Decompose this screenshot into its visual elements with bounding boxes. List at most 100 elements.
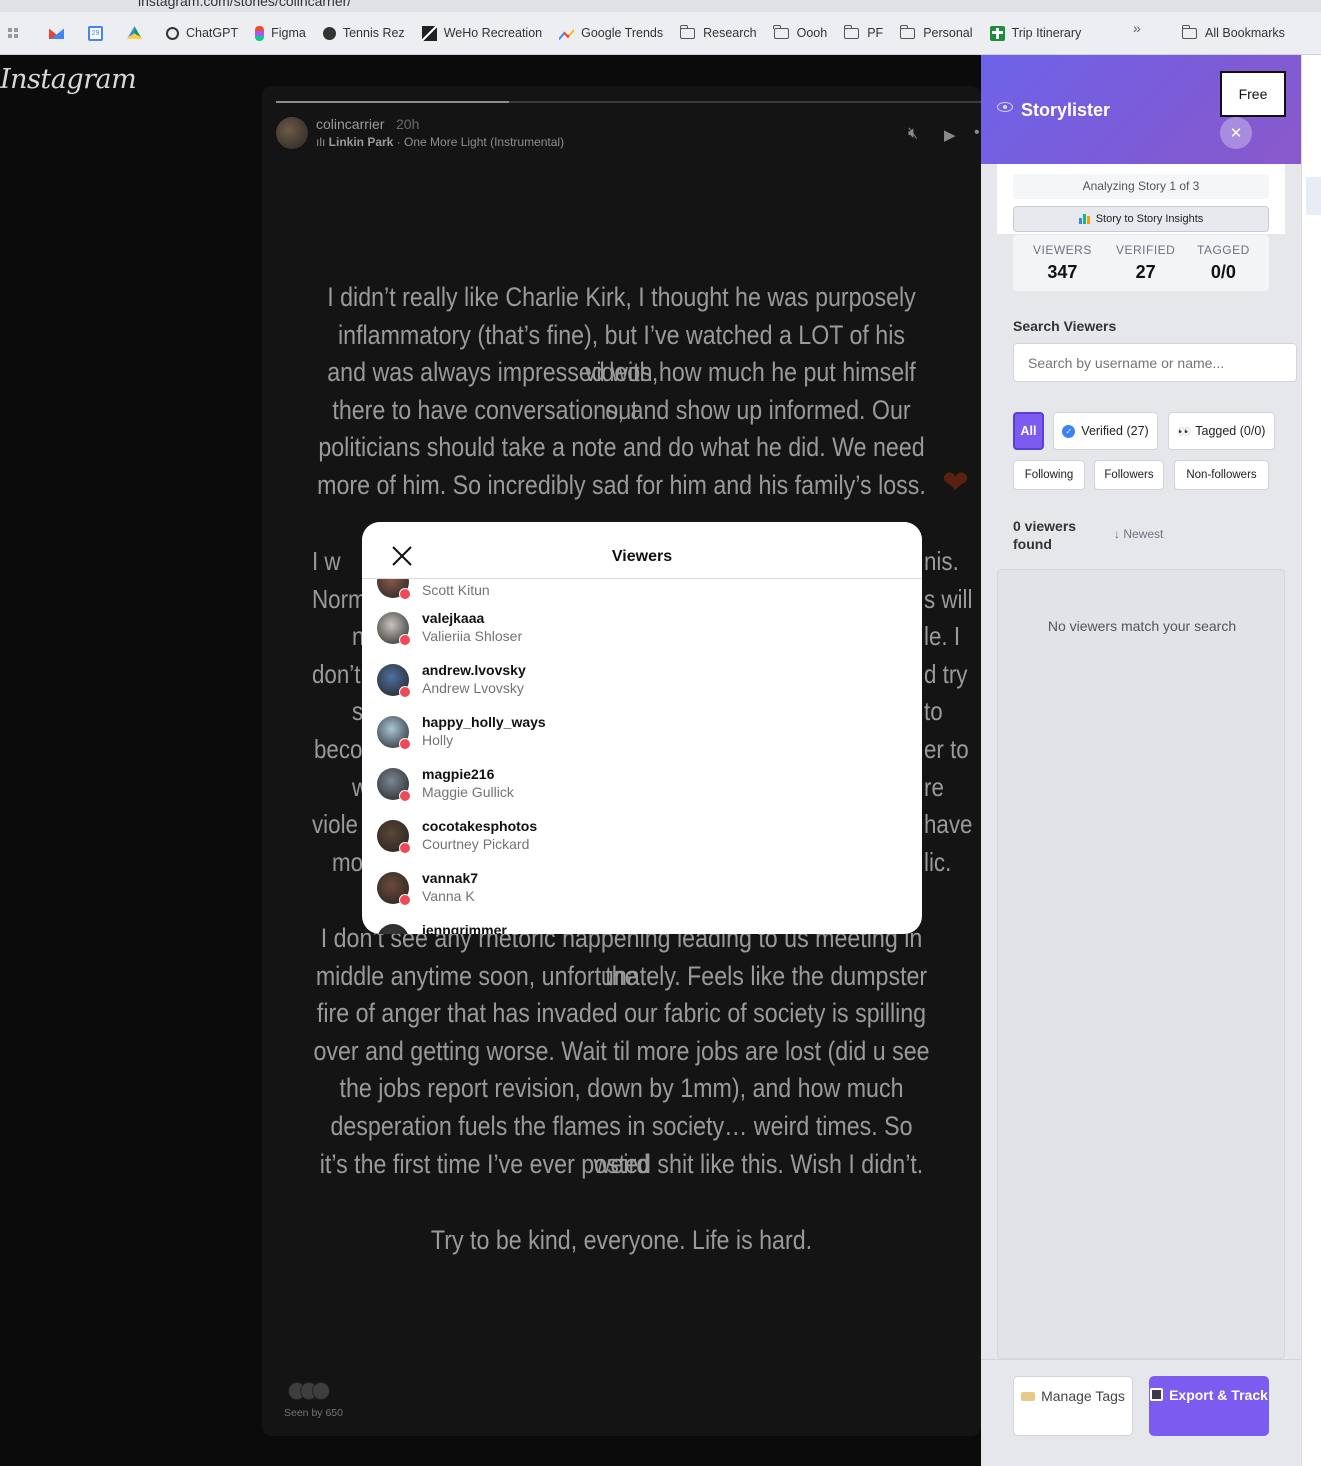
bookmark-research[interactable]: Research [679, 24, 757, 40]
page-edge [1301, 55, 1321, 1466]
analyzing-status: Analyzing Story 1 of 3 [1013, 174, 1269, 199]
bookmark-gmail[interactable] [49, 26, 71, 41]
storylister-panel: Storylister Free ✕ Analyzing Story 1 of … [981, 55, 1301, 1466]
story-username[interactable]: colincarrier [316, 116, 384, 132]
mute-icon[interactable]: 🔇︎ [908, 125, 918, 143]
story-line: there to have conversations, and show up… [332, 394, 911, 425]
viewer-fullname: Maggie Gullick [422, 784, 514, 800]
apps-icon[interactable] [8, 28, 25, 38]
viewer-username[interactable]: cocotakesphotos [422, 818, 537, 834]
folder-icon [1181, 24, 1197, 39]
story-line: fire of anger that has invaded our fabri… [316, 998, 927, 1029]
like-heart-icon [399, 686, 411, 698]
empty-state: No viewers match your search [1047, 618, 1237, 634]
results-list[interactable]: No viewers match your search [997, 569, 1285, 1359]
story-line-fragment: d try [924, 658, 968, 689]
viewer-row[interactable]: cocotakesphotos Courtney Pickard [376, 818, 906, 870]
search-input[interactable] [1013, 343, 1297, 382]
play-icon[interactable]: ▶ [944, 126, 956, 144]
manage-tags-button[interactable]: Manage Tags [1013, 1376, 1133, 1436]
export-track-button[interactable]: Export & Track [1149, 1376, 1269, 1436]
bookmark-chatgpt[interactable]: ChatGPT [166, 26, 238, 40]
all-bookmarks[interactable]: All Bookmarks [1181, 24, 1285, 40]
story-line-fragment: beco [314, 734, 363, 764]
viewer-row[interactable]: happy_holly_ways Holly [376, 714, 906, 766]
story-line: more of him. So incredibly sad for him a… [317, 470, 926, 500]
like-heart-icon [399, 588, 411, 600]
search-label: Search Viewers [1013, 318, 1117, 334]
filter-followers[interactable]: Followers [1094, 460, 1164, 490]
viewer-row[interactable]: andrew.lvovsky Andrew Lvovsky [376, 662, 906, 714]
modal-title: Viewers [611, 548, 673, 565]
viewer-row[interactable]: vannak7 Vanna K [376, 870, 906, 922]
filter-non-followers[interactable]: Non-followers [1174, 460, 1269, 490]
bar-chart-icon [1078, 214, 1091, 224]
filter-verified[interactable]: ✓ Verified (27) [1053, 412, 1158, 450]
viewer-row[interactable]: magpie216 Maggie Gullick [376, 766, 906, 818]
story-line-fragment: viole [312, 809, 358, 840]
insights-button[interactable]: Story to Story Insights [1013, 206, 1269, 232]
viewer-username[interactable]: andrew.lvovsky [422, 662, 526, 678]
url-bar[interactable]: instagram.com/stories/colincarrier/ [0, 0, 1321, 12]
viewer-list[interactable]: Scott Kitun valejkaaa Valieriia Shloser and… [362, 522, 922, 934]
bookmark-drive[interactable] [127, 26, 149, 41]
story-line-fragment: Norm [312, 583, 367, 614]
story-line-fragment: to [924, 696, 943, 727]
stat-viewers: VIEWERS 347 [1033, 243, 1092, 282]
viewer-row[interactable]: valejkaaa Valieriia Shloser [376, 610, 906, 662]
story-line: it’s the first time I’ve ever posted shi… [319, 1148, 924, 1179]
figma-icon [255, 25, 265, 41]
story-line-fragment: I w [312, 546, 341, 576]
seen-avatars[interactable] [288, 1382, 330, 1400]
filter-following[interactable]: Following [1013, 460, 1085, 490]
bookmarks-bar: 29 ChatGPT Figma Tennis Rez WeHo Recreat… [0, 12, 1321, 55]
viewer-fullname: Holly [422, 732, 454, 748]
bookmark-weho[interactable]: WeHo Recreation [421, 25, 542, 41]
story-music[interactable]: ılı Linkin Park · One More Light (Instru… [316, 135, 564, 149]
viewer-username[interactable]: magpie216 [422, 766, 494, 782]
bookmark-trip[interactable]: Trip Itinerary [989, 25, 1081, 41]
sort-newest[interactable]: ↓ Newest [1114, 527, 1163, 541]
story-line-fragment: le. I [924, 621, 961, 652]
story-progress-bar [276, 101, 981, 103]
viewer-username[interactable]: jenngrimmer [422, 922, 507, 934]
bookmark-oooh[interactable]: Oooh [773, 24, 827, 40]
viewer-fullname: Valieriia Shloser [422, 628, 523, 644]
filter-all[interactable]: All [1013, 412, 1044, 450]
seen-by[interactable]: Seen by 650 [284, 1407, 343, 1419]
filter-tagged[interactable]: 👀 Tagged (0/0) [1168, 412, 1275, 450]
stat-tagged: TAGGED 0/0 [1197, 243, 1250, 282]
music-icon: ılı [316, 135, 329, 149]
floppy-disk-icon [1150, 1388, 1164, 1401]
viewer-row[interactable]: jenngrimmer [376, 922, 906, 934]
plan-button[interactable]: Free [1220, 71, 1286, 117]
story-avatar[interactable] [276, 117, 308, 149]
instagram-logo[interactable]: Instagram [0, 64, 137, 95]
avatar[interactable] [377, 924, 409, 934]
story-line: middle anytime soon, unfortunately. Feel… [315, 960, 928, 991]
trends-icon [559, 28, 575, 41]
story-line: the jobs report revision, down by 1mm), … [339, 1073, 904, 1104]
bookmark-figma[interactable]: Figma [255, 25, 306, 41]
stats-box: VIEWERS 347 VERIFIED 27 TAGGED 0/0 [1013, 235, 1269, 291]
like-heart-icon [399, 842, 411, 854]
eyes-icon: 👀 [1177, 425, 1192, 438]
more-icon[interactable]: • [974, 124, 980, 142]
bookmark-trends[interactable]: Google Trends [559, 26, 663, 41]
story-time: 20h [396, 116, 420, 132]
eye-icon [997, 102, 1013, 112]
viewer-username[interactable]: valejkaaa [422, 610, 484, 626]
viewers-modal: Scott Kitun valejkaaa Valieriia Shloser and… [362, 522, 922, 934]
bookmark-tennis[interactable]: Tennis Rez [322, 26, 405, 40]
verified-icon: ✓ [1062, 424, 1076, 438]
story-line-fragment: nis. [924, 546, 959, 576]
analyze-box: Analyzing Story 1 of 3 Story to Story In… [997, 164, 1285, 234]
close-panel-button[interactable]: ✕ [1220, 117, 1252, 149]
bookmark-calendar[interactable]: 29 [88, 25, 110, 41]
bookmarks-overflow-icon[interactable]: » [1133, 20, 1141, 36]
globe-icon [322, 26, 336, 40]
viewer-username[interactable]: vannak7 [422, 870, 478, 886]
bookmark-pf[interactable]: PF [843, 24, 883, 40]
bookmark-personal[interactable]: Personal [899, 24, 973, 40]
viewer-username[interactable]: happy_holly_ways [422, 714, 546, 730]
